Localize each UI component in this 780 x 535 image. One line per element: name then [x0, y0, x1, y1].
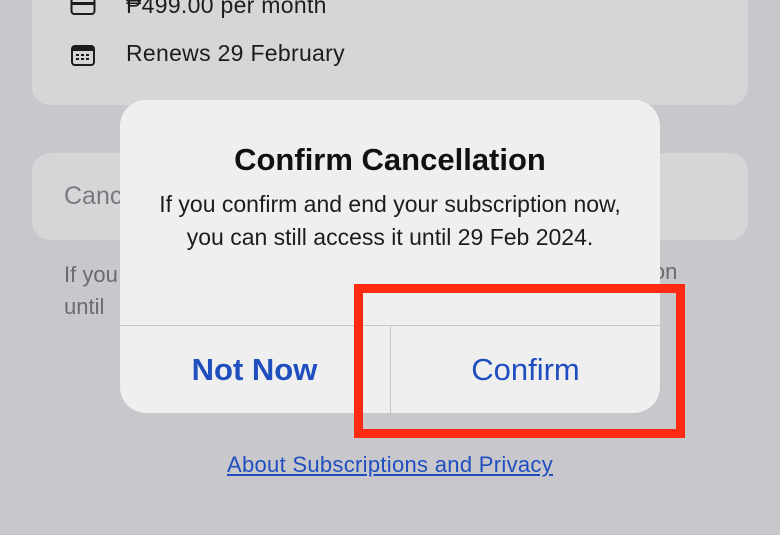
credit-card-icon: [70, 0, 96, 17]
price-row: ₱499.00 per month: [70, 0, 327, 19]
price-text: ₱499.00 per month: [126, 0, 327, 18]
dialog-title: Confirm Cancellation: [234, 142, 546, 177]
not-now-button[interactable]: Not Now: [120, 326, 389, 413]
confirm-highlight-box: [354, 284, 685, 438]
renew-row: Renews 29 February: [70, 40, 345, 67]
about-subscriptions-link[interactable]: About Subscriptions and Privacy: [0, 452, 780, 478]
cancel-subscription-label: Canc: [64, 182, 123, 210]
calendar-icon: [70, 43, 96, 66]
renew-text: Renews 29 February: [126, 40, 345, 66]
dialog-message: If you confirm and end your subscription…: [159, 191, 621, 250]
